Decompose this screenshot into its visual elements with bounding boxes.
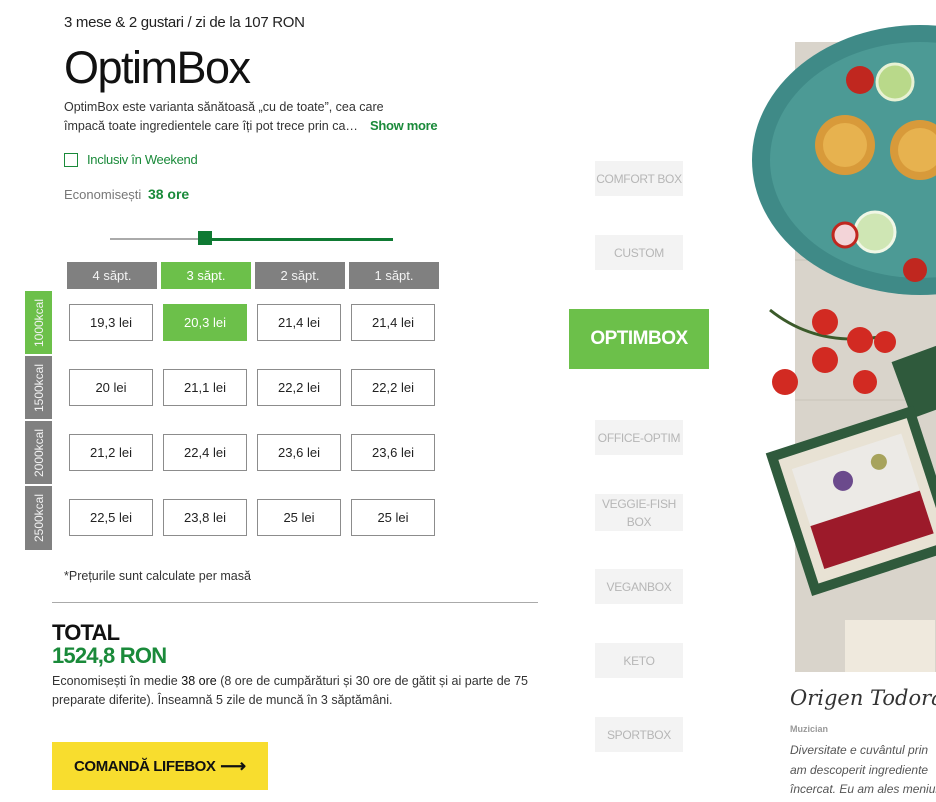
testimonial-role: Muzician [790,724,829,734]
testimonial-name: Origen Todoran [790,686,936,710]
show-more-link[interactable]: Show more [370,118,438,133]
price-cell[interactable]: 25 lei [257,499,341,536]
page-title: OptimBox [64,42,251,93]
week-tab-3[interactable]: 3 săpt. [161,262,251,289]
kcal-row-1500[interactable]: 1500kcal [25,356,52,419]
menu-item-custom[interactable]: CUSTOM [595,235,683,270]
price-cell[interactable]: 21,4 lei [257,304,341,341]
menu-item-keto[interactable]: KETO [595,643,683,678]
food-photo [750,0,936,672]
kcal-row-2000[interactable]: 2000kcal [25,421,52,484]
price-cell[interactable]: 21,1 lei [163,369,247,406]
menu-item-comfort-box[interactable]: COMFORT BOX [595,161,683,196]
total-value: 1524,8 RON [52,643,167,668]
duration-slider[interactable] [110,230,393,248]
total-desc-prefix: Economisești în medie [52,674,178,688]
price-cell[interactable]: 20 lei [69,369,153,406]
price-cell[interactable]: 22,2 lei [351,369,435,406]
savings-label: Economisești [64,187,142,202]
menu-item-veganbox[interactable]: VEGANBOX [595,569,683,604]
weekend-checkbox[interactable]: Inclusiv în Weekend [64,152,198,167]
kcal-label: 2500kcal [31,493,46,543]
total-desc-hours: 38 ore [181,674,217,688]
kcal-label: 1000kcal [31,298,46,347]
menu-item-sportbox[interactable]: SPORTBOX [595,717,683,752]
slider-thumb[interactable] [198,231,212,245]
menu-item-veggie-fish-box[interactable]: VEGGIE-FISH BOX [595,494,683,531]
arrow-right-icon: ⟶ [220,755,246,776]
food-illustration [752,25,936,672]
description-line-2: împacă toate ingredientele care îți pot … [64,119,362,133]
week-tab-1[interactable]: 1 săpt. [349,262,439,289]
price-cell[interactable]: 19,3 lei [69,304,153,341]
price-note: *Prețurile sunt calculate per masă [64,569,251,583]
checkbox-square[interactable] [64,152,78,167]
price-cell[interactable]: 23,6 lei [351,434,435,471]
savings-hours: 38 ore [147,186,190,202]
menu-item-optimbox-active[interactable]: OPTIMBOX [569,309,709,369]
menu-item-office-optim[interactable]: OFFICE-OPTIM [595,420,683,455]
price-cell[interactable]: 23,8 lei [163,499,247,536]
price-cell[interactable]: 21,4 lei [351,304,435,341]
slider-track-unfilled [110,238,205,240]
price-cell[interactable]: 23,6 lei [257,434,341,471]
kcal-label: 1500kcal [31,363,46,412]
order-lifebox-button[interactable]: COMANDĂ LIFEBOX ⟶ [52,742,268,790]
kcal-row-1000[interactable]: 1000kcal [25,291,52,354]
order-button-label: COMANDĂ LIFEBOX [74,757,216,775]
meal-plan-subtitle: 3 mese & 2 gustari / zi de la 107 RON [64,14,305,31]
price-cell[interactable]: 22,5 lei [69,499,153,536]
testimonial-line-3: încercat. Eu am ales meniul [790,782,936,796]
slider-track-filled [205,238,393,241]
price-cell[interactable]: 22,2 lei [257,369,341,406]
description-line-1: OptimBox este varianta sănătoasă „cu de … [64,100,384,114]
testimonial-line-2: am descoperit ingrediente [790,762,929,777]
section-divider [52,602,538,603]
price-cell-selected[interactable]: 20,3 lei [163,304,247,341]
week-tab-4[interactable]: 4 săpt. [67,262,157,289]
kcal-label: 2000kcal [31,428,46,477]
total-description: Economisești în medie 38 ore (8 ore de c… [52,672,542,710]
kcal-row-2500[interactable]: 2500kcal [25,486,52,550]
testimonial-text: Diversitate e cuvântul prin am descoperi… [790,741,936,800]
price-cell[interactable]: 25 lei [351,499,435,536]
price-cell[interactable]: 22,4 lei [163,434,247,471]
savings-summary: Economisești 38 ore [64,186,189,202]
week-tab-2[interactable]: 2 săpt. [255,262,345,289]
testimonial-line-1: Diversitate e cuvântul prin [790,743,929,757]
weekend-label: Inclusiv în Weekend [87,152,198,167]
price-cell[interactable]: 21,2 lei [69,434,153,471]
